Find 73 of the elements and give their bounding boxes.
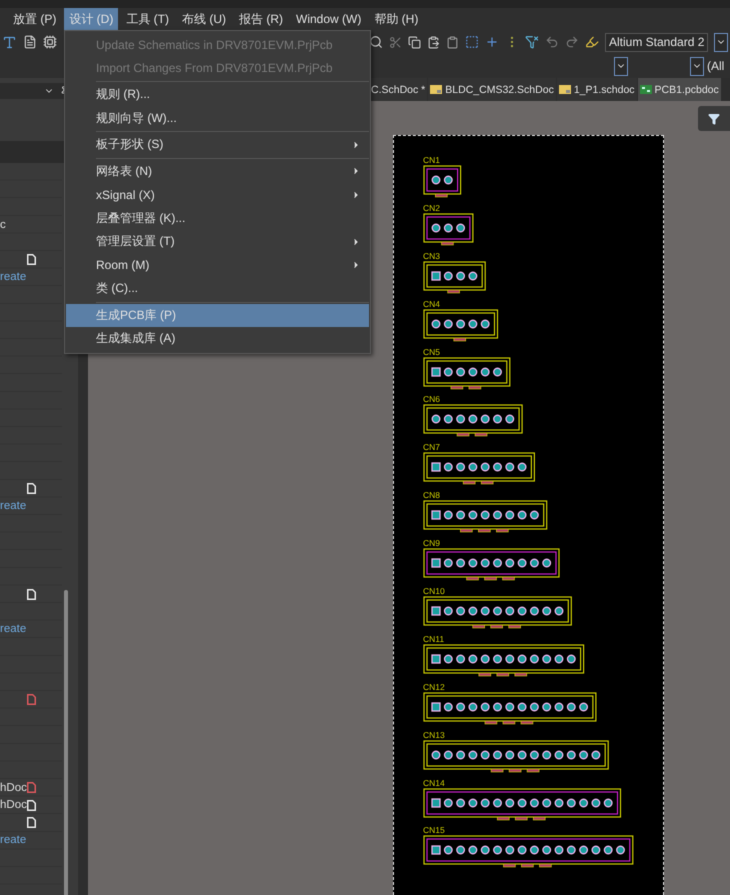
search-icon[interactable] bbox=[369, 35, 383, 49]
panel-row[interactable]: hDoc bbox=[0, 796, 62, 814]
create-link[interactable]: reate bbox=[0, 623, 26, 636]
designator-label: CN15 bbox=[423, 826, 445, 836]
document-tab[interactable]: C.SchDoc * bbox=[369, 78, 428, 101]
redo-icon[interactable] bbox=[565, 35, 579, 49]
copy-icon[interactable] bbox=[408, 36, 421, 48]
panel-row[interactable]: reate bbox=[0, 832, 62, 850]
menu-item[interactable]: 报告 (R) bbox=[234, 8, 288, 30]
menu-item[interactable]: xSignal (X) bbox=[66, 183, 369, 206]
panel-row[interactable]: hDoc bbox=[0, 778, 62, 796]
designator-label: CN7 bbox=[423, 443, 440, 452]
clear-filter-icon[interactable] bbox=[525, 35, 539, 49]
designator-label: CN11 bbox=[423, 634, 444, 644]
menu-item[interactable]: 放置 (P) bbox=[8, 8, 62, 30]
cross-icon[interactable] bbox=[485, 35, 499, 49]
designator-label: CN8 bbox=[423, 491, 440, 500]
panel-row[interactable]: c bbox=[0, 216, 62, 234]
designator-label: CN6 bbox=[423, 395, 440, 404]
designator-label: CN9 bbox=[423, 539, 440, 548]
clipboard-icon[interactable] bbox=[446, 36, 459, 48]
chip-icon[interactable] bbox=[43, 35, 57, 49]
create-link[interactable]: reate bbox=[0, 500, 26, 512]
designator-label: CN10 bbox=[423, 587, 445, 596]
panel-row[interactable]: reate bbox=[0, 497, 62, 515]
create-link[interactable]: reate bbox=[0, 271, 26, 284]
menu-item[interactable]: 工具 (T) bbox=[121, 8, 174, 30]
filter-field[interactable]: (All bbox=[707, 59, 724, 73]
sheet-icon bbox=[430, 85, 442, 94]
designator-label: CN13 bbox=[423, 730, 445, 740]
font-field[interactable]: Altium Standard 2 bbox=[605, 32, 708, 52]
menu-item[interactable]: 帮助 (H) bbox=[369, 8, 424, 30]
menu-item[interactable]: 层叠管理器 (K)... bbox=[66, 206, 369, 230]
text-icon[interactable] bbox=[2, 34, 17, 50]
menu-item[interactable]: Room (M) bbox=[66, 254, 369, 277]
sheet-icon bbox=[558, 85, 571, 94]
designator-label: CN3 bbox=[423, 252, 440, 261]
document-tab[interactable]: 1_P1.schdoc bbox=[556, 78, 637, 101]
filter-button[interactable] bbox=[698, 106, 730, 131]
dropdown-button[interactable] bbox=[614, 56, 628, 76]
menu-item[interactable]: 规则 (R)... bbox=[66, 83, 369, 106]
highlighter-icon[interactable] bbox=[585, 35, 599, 49]
menu-item[interactable]: 管理层设置 (T) bbox=[66, 230, 369, 254]
menu-item[interactable]: 板子形状 (S) bbox=[66, 133, 369, 156]
filter-icon bbox=[708, 112, 720, 124]
document-tab[interactable]: BLDC_CMS32.SchDoc bbox=[428, 78, 556, 101]
document-icon[interactable] bbox=[23, 35, 37, 49]
menu-item[interactable]: 布线 (U) bbox=[177, 8, 231, 30]
menu-item[interactable]: Window (W) bbox=[291, 8, 366, 30]
panel-row[interactable]: reate bbox=[0, 620, 62, 638]
row-text: hDoc bbox=[0, 799, 27, 812]
create-link[interactable]: reate bbox=[0, 834, 26, 846]
designator-label: CN14 bbox=[423, 778, 445, 788]
designator-label: CN4 bbox=[423, 300, 440, 309]
row-text: hDoc bbox=[0, 782, 27, 794]
document-tab[interactable]: PCB1.pcbdoc bbox=[638, 78, 721, 101]
dropdown-button[interactable] bbox=[714, 32, 728, 52]
menu-item[interactable]: 类 (C)... bbox=[66, 277, 369, 300]
undo-icon[interactable] bbox=[545, 35, 559, 49]
select-icon[interactable] bbox=[465, 35, 479, 49]
circuit-board-icon bbox=[640, 85, 652, 94]
menu-item[interactable]: 网络表 (N) bbox=[66, 160, 369, 183]
designator-label: CN5 bbox=[423, 348, 440, 357]
cut-icon[interactable] bbox=[389, 36, 402, 48]
row-text: c bbox=[0, 218, 6, 231]
panel-row[interactable]: reate bbox=[0, 268, 62, 286]
menu-item[interactable]: 生成集成库 (A) bbox=[66, 327, 369, 350]
designator-label: CN2 bbox=[423, 204, 440, 213]
designator-label: CN1 bbox=[423, 156, 440, 165]
designator-label: CN12 bbox=[423, 682, 445, 692]
dropdown-button[interactable] bbox=[690, 56, 704, 76]
paste-icon[interactable] bbox=[427, 36, 440, 48]
menu-item[interactable]: 规则向导 (W)... bbox=[66, 106, 369, 130]
